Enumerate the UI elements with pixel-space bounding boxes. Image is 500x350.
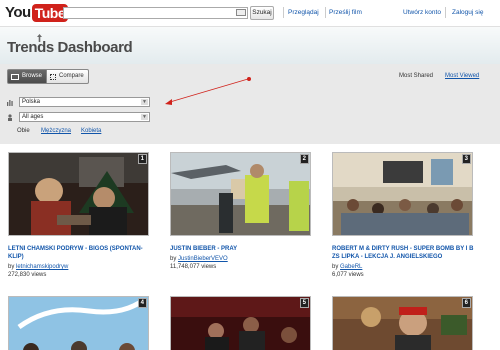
thumbnail-image xyxy=(333,153,472,235)
rank-badge: 3 xyxy=(461,154,471,164)
page-title: Trends Dashboard xyxy=(7,39,133,56)
divider xyxy=(283,7,284,18)
rank-badge: 4 xyxy=(137,298,147,308)
gender-option-female[interactable]: Kobieta xyxy=(81,128,101,134)
video-views: 272,830 views xyxy=(8,272,47,278)
divider xyxy=(445,7,446,18)
divider xyxy=(325,7,326,18)
trend-arrow-icon xyxy=(37,34,42,42)
video-title-link[interactable]: ROBERT M & DIRTY RUSH - SUPER BOMB BY I … xyxy=(332,245,476,261)
search-input[interactable] xyxy=(63,7,248,19)
gender-option-male[interactable]: Mężczyzna xyxy=(41,128,71,134)
view-tabs: Browse Compare xyxy=(7,69,89,84)
sort-most-shared[interactable]: Most Shared xyxy=(399,73,433,79)
browse-icon xyxy=(11,73,19,80)
thumbnail-image xyxy=(9,153,148,235)
search-button[interactable]: Szukaj xyxy=(250,6,274,20)
channel-link[interactable]: JustinBieberVEVO xyxy=(178,256,228,262)
browse-link[interactable]: Przeglądaj xyxy=(288,9,319,16)
age-value: All ages xyxy=(22,114,44,120)
tab-browse-label: Browse xyxy=(22,73,43,79)
create-account-link[interactable]: Utwórz konto xyxy=(403,9,441,16)
by-prefix: by xyxy=(170,256,177,262)
location-chart-icon xyxy=(7,100,13,106)
video-channel-line: by GabeRL xyxy=(332,263,362,271)
location-select[interactable]: Polska ▼ xyxy=(19,97,150,107)
chevron-down-icon: ▼ xyxy=(141,114,148,120)
thumbnail-image xyxy=(171,153,310,235)
upload-link[interactable]: Prześlij film xyxy=(329,9,362,16)
tab-compare-label: Compare xyxy=(59,73,84,79)
age-select[interactable]: All ages ▼ xyxy=(19,112,150,122)
channel-link[interactable]: letnichamskipodryw xyxy=(16,264,68,270)
age-user-icon xyxy=(8,114,12,121)
sort-most-viewed[interactable]: Most Viewed xyxy=(445,73,479,79)
thumbnail-image xyxy=(9,297,148,350)
grid-icon xyxy=(50,73,57,80)
video-views: 11,748,077 views xyxy=(170,264,217,270)
tab-browse[interactable]: Browse xyxy=(7,69,48,84)
video-title-link[interactable]: JUSTIN BIEBER - PRAY xyxy=(170,245,311,253)
tab-compare[interactable]: Compare xyxy=(47,69,89,84)
video-title-link[interactable]: LETNI CHAMSKI PODRYW - BIGOS (SPONTAN-KL… xyxy=(8,245,149,261)
video-thumbnail[interactable]: 4 xyxy=(8,296,149,350)
rank-badge: 6 xyxy=(461,298,471,308)
thumbnail-image xyxy=(333,297,472,350)
video-views: 6,077 views xyxy=(332,272,364,278)
chevron-down-icon: ▼ xyxy=(141,99,148,105)
by-prefix: by xyxy=(8,264,15,270)
video-channel-line: by JustinBieberVEVO xyxy=(170,255,228,263)
gender-option-both[interactable]: Obie xyxy=(17,128,30,134)
video-thumbnail[interactable]: 6 xyxy=(332,296,473,350)
video-thumbnail[interactable]: 2 xyxy=(170,152,311,236)
rank-badge: 1 xyxy=(137,154,147,164)
video-thumbnail[interactable]: 1 xyxy=(8,152,149,236)
by-prefix: by xyxy=(332,264,339,270)
youtube-logo[interactable]: You Tube xyxy=(5,3,69,22)
keyboard-icon[interactable] xyxy=(236,9,246,16)
channel-link[interactable]: GabeRL xyxy=(340,264,362,270)
top-bar: You Tube Szukaj Przeglądaj Prześlij film… xyxy=(0,0,500,26)
video-thumbnail[interactable]: 5 xyxy=(170,296,311,350)
annotation-dot xyxy=(247,77,251,81)
video-channel-line: by letnichamskipodryw xyxy=(8,263,68,271)
thumbnail-image xyxy=(171,297,310,350)
location-value: Polska xyxy=(22,99,41,105)
logo-you-text: You xyxy=(5,4,31,21)
rank-badge: 2 xyxy=(299,154,309,164)
rank-badge: 5 xyxy=(299,298,309,308)
sign-in-link[interactable]: Zaloguj się xyxy=(452,9,483,16)
video-thumbnail[interactable]: 3 xyxy=(332,152,473,236)
